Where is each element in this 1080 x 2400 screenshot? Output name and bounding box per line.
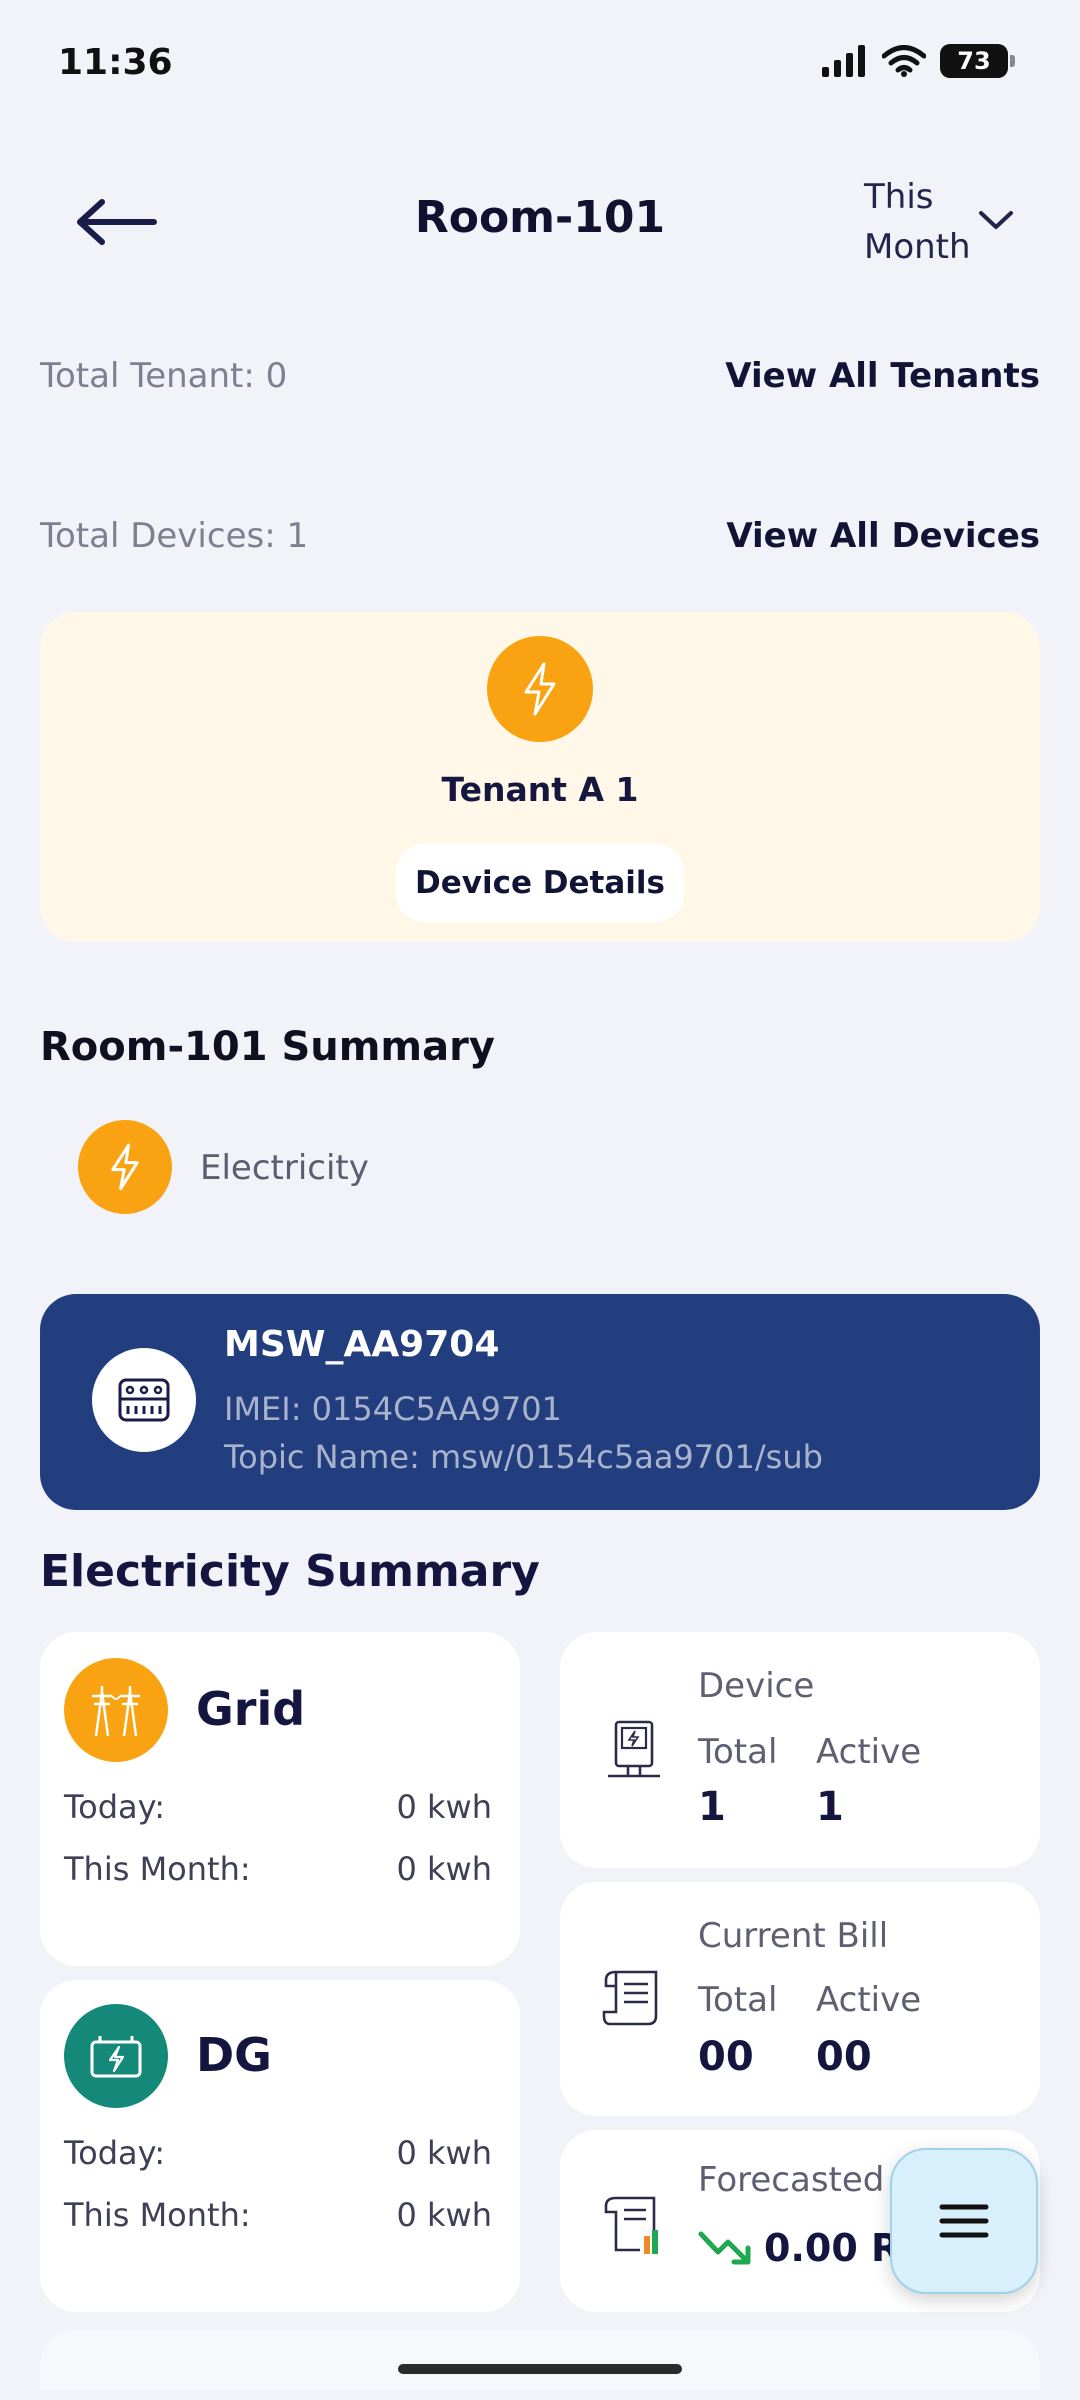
device-name: MSW_AA9704 [224,1324,500,1365]
electricity-summary-title: Electricity Summary [40,1546,540,1597]
bill-total-label: Total [698,1980,778,2020]
dg-today-label: Today: [64,2134,165,2172]
lightning-icon [524,662,556,716]
forecast-title: Forecasted [698,2160,885,2200]
tenant-name: Tenant A 1 [441,770,639,809]
battery-charge-icon [90,2036,142,2078]
bill-total-value: 00 [698,2034,754,2080]
dg-title: DG [196,2028,272,2082]
next-card-peek [40,2330,1040,2390]
forecast-bill-icon [604,2196,658,2254]
menu-fab-button[interactable] [890,2148,1038,2294]
trend-down-icon [698,2231,751,2265]
total-devices-label: Total Devices: 1 [40,516,309,556]
grid-title: Grid [196,1682,306,1736]
bill-active-label: Active [816,1980,922,2020]
dg-icon-badge [64,2004,168,2108]
device-active-label: Active [816,1732,922,1772]
meter-device-icon [118,1378,170,1422]
chevron-down-icon[interactable] [978,208,1014,232]
grid-month-value: 0 kwh [396,1850,492,1888]
electricity-label[interactable]: Electricity [200,1148,369,1188]
device-stat-card[interactable]: Device Total Active 1 1 [560,1632,1040,1868]
dg-today-value: 0 kwh [396,2134,492,2172]
meter-box-icon [608,1720,660,1778]
bill-receipt-icon [602,1970,658,2026]
dg-month-label: This Month: [64,2196,251,2234]
grid-card[interactable]: Grid Today: 0 kwh This Month: 0 kwh [40,1632,520,1966]
current-bill-card[interactable]: Current Bill Total Active 00 00 [560,1882,1040,2116]
grid-today-value: 0 kwh [396,1788,492,1826]
tenant-card[interactable]: Tenant A 1 Device Details [40,612,1040,942]
device-total-label: Total [698,1732,778,1772]
forecast-value: 0.00 R [764,2226,901,2270]
device-active-value: 1 [816,1784,844,1830]
device-topic: Topic Name: msw/0154c5aa9701/sub [224,1438,823,1476]
view-all-devices-link[interactable]: View All Devices [726,516,1040,556]
electricity-badge[interactable] [78,1120,172,1214]
wifi-icon [882,45,926,77]
period-selector[interactable]: This Month [864,172,971,272]
battery-level: 73 [957,47,991,75]
bill-stat-title: Current Bill [698,1916,889,1956]
bill-active-value: 00 [816,2034,872,2080]
dg-card[interactable]: DG Today: 0 kwh This Month: 0 kwh [40,1980,520,2312]
status-time: 11:36 [58,42,173,83]
tenant-bolt-badge [487,636,593,742]
room-summary-title: Room-101 Summary [40,1024,495,1070]
grid-month-label: This Month: [64,1850,251,1888]
total-tenants-label: Total Tenant: 0 [40,356,288,396]
view-all-tenants-link[interactable]: View All Tenants [725,356,1040,396]
dg-month-value: 0 kwh [396,2196,492,2234]
device-stat-title: Device [698,1666,815,1706]
grid-icon-badge [64,1658,168,1762]
device-icon-badge [92,1348,196,1452]
device-imei: IMEI: 0154C5AA9701 [224,1390,562,1428]
grid-today-label: Today: [64,1788,165,1826]
home-indicator[interactable] [398,2364,682,2374]
device-details-button[interactable]: Device Details [396,844,684,922]
period-line-2: Month [864,227,971,267]
signal-icon [822,45,865,77]
period-line-1: This [864,177,934,217]
device-banner[interactable]: MSW_AA9704 IMEI: 0154C5AA9701 Topic Name… [40,1294,1040,1510]
lightning-icon [111,1143,139,1191]
power-tower-icon [92,1686,140,1737]
device-total-value: 1 [698,1784,726,1830]
battery-indicator: 73 [940,44,1015,78]
status-icons: 73 [822,44,1015,78]
hamburger-menu-icon [939,2204,989,2238]
